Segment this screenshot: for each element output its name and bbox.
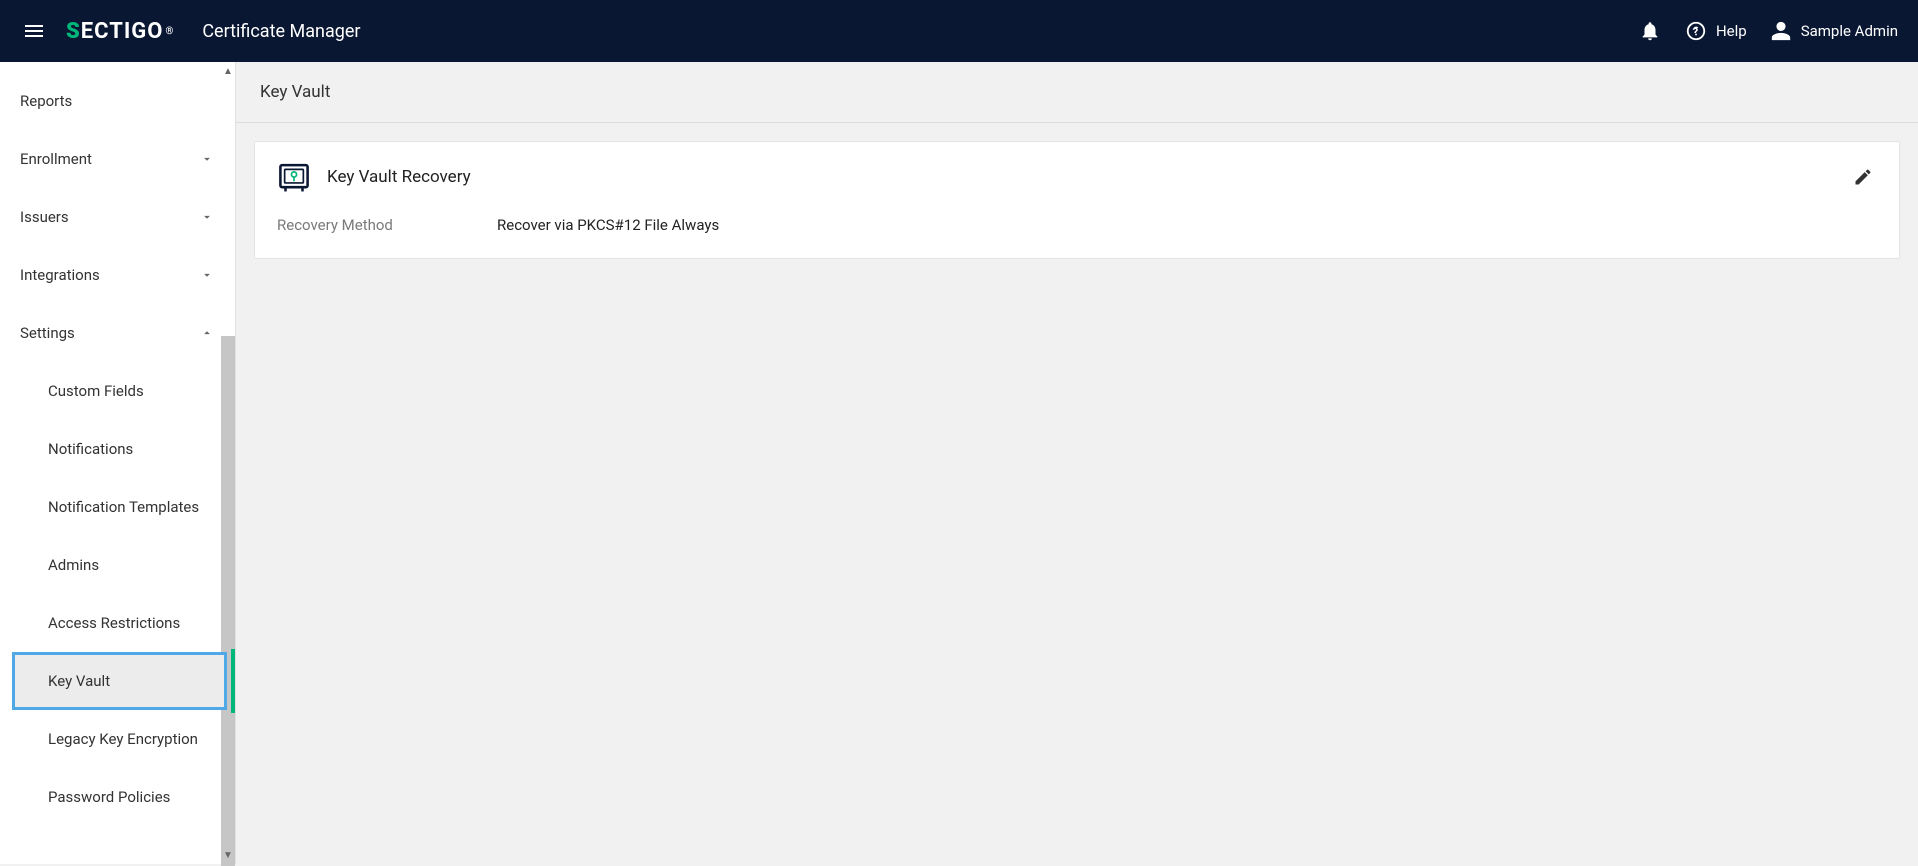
recovery-method-value: Recover via PKCS#12 File Always — [497, 216, 719, 234]
card-title: Key Vault Recovery — [327, 167, 1849, 187]
sidebar: ▲ ▼ Reports Enrollment Issuers — [0, 62, 236, 864]
sidebar-sub-password-policies[interactable]: Password Policies — [0, 768, 235, 826]
sidebar-sub-key-vault[interactable]: Key Vault — [12, 652, 227, 710]
sidebar-item-settings[interactable]: Settings — [0, 304, 235, 362]
help-button[interactable]: Help — [1684, 19, 1747, 43]
brand-logo: SECTIGO® — [66, 19, 174, 44]
user-icon — [1769, 19, 1793, 43]
page-header: Key Vault — [236, 62, 1918, 123]
chevron-down-icon — [199, 151, 215, 167]
app-title: Certificate Manager — [202, 21, 360, 42]
logo-text: ECTIGO — [81, 19, 164, 44]
sidebar-sub-notifications[interactable]: Notifications — [0, 420, 235, 478]
sidebar-sub-label: Notifications — [48, 440, 133, 458]
vault-icon — [277, 160, 311, 194]
sidebar-sub-label: Notification Templates — [48, 498, 199, 516]
sidebar-sub-label: Password Policies — [48, 788, 170, 806]
sidebar-sub-label: Custom Fields — [48, 382, 144, 400]
sidebar-item-label: Reports — [20, 92, 72, 110]
sidebar-item-integrations[interactable]: Integrations — [0, 246, 235, 304]
notifications-button[interactable] — [1638, 19, 1662, 43]
sidebar-item-label: Integrations — [20, 266, 100, 284]
chevron-up-icon — [199, 325, 215, 341]
sidebar-sub-admins[interactable]: Admins — [0, 536, 235, 594]
sidebar-item-label: Issuers — [20, 208, 69, 226]
recovery-method-label: Recovery Method — [277, 216, 497, 234]
edit-button[interactable] — [1849, 163, 1877, 191]
hamburger-menu-button[interactable] — [20, 17, 48, 45]
sidebar-item-reports[interactable]: Reports — [0, 72, 235, 130]
sidebar-sub-notification-templates[interactable]: Notification Templates — [0, 478, 235, 536]
sidebar-item-label: Settings — [20, 324, 75, 342]
sidebar-scrollbar-thumb[interactable] — [221, 336, 235, 866]
sidebar-sub-label: Key Vault — [48, 672, 110, 690]
help-label: Help — [1716, 22, 1747, 40]
chevron-down-icon — [199, 267, 215, 283]
help-icon — [1684, 19, 1708, 43]
sidebar-sub-label: Admins — [48, 556, 99, 574]
main-area: Key Vault — [236, 62, 1918, 864]
app-header: SECTIGO® Certificate Manager Help Sample… — [0, 0, 1918, 62]
sidebar-sub-custom-fields[interactable]: Custom Fields — [0, 362, 235, 420]
sidebar-scrollbar-track[interactable] — [221, 76, 235, 850]
sidebar-sub-legacy-key-encryption[interactable]: Legacy Key Encryption — [0, 710, 235, 768]
sidebar-scroll-down[interactable]: ▼ — [221, 848, 235, 862]
sidebar-sub-access-restrictions[interactable]: Access Restrictions — [0, 594, 235, 652]
logo-trademark: ® — [165, 26, 174, 37]
chevron-down-icon — [199, 209, 215, 225]
sidebar-item-label: Enrollment — [20, 150, 92, 168]
sidebar-item-issuers[interactable]: Issuers — [0, 188, 235, 246]
sidebar-sub-label: Access Restrictions — [48, 614, 180, 632]
key-vault-recovery-card: Key Vault Recovery Recovery Method Recov… — [254, 141, 1900, 259]
sidebar-item-enrollment[interactable]: Enrollment — [0, 130, 235, 188]
page-title: Key Vault — [260, 82, 1894, 102]
user-menu-button[interactable]: Sample Admin — [1769, 19, 1898, 43]
sidebar-sub-label: Legacy Key Encryption — [48, 730, 198, 748]
logo-accent-letter: S — [66, 19, 81, 44]
user-name-label: Sample Admin — [1801, 22, 1898, 40]
